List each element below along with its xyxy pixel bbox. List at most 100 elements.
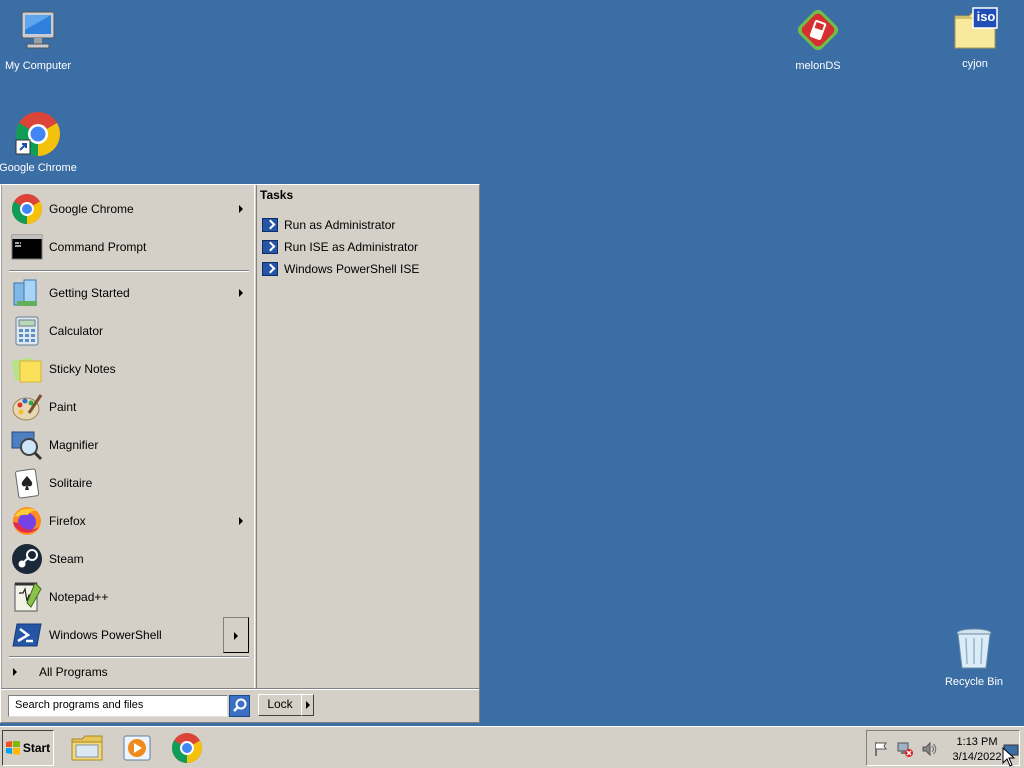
all-programs-item[interactable]: All Programs xyxy=(9,661,249,683)
start-label: Start xyxy=(22,741,51,755)
task-run-as-administrator[interactable]: Run as Administrator xyxy=(262,215,395,235)
start-item-sticky-notes[interactable]: Sticky Notes xyxy=(9,351,249,387)
powershell-icon xyxy=(262,218,278,232)
iso-badge: iso xyxy=(976,9,996,24)
start-item-label: Firefox xyxy=(49,514,86,528)
start-item-command-prompt[interactable]: Command Prompt xyxy=(9,229,249,265)
start-button[interactable]: Start xyxy=(2,730,54,766)
powershell-icon xyxy=(262,240,278,254)
desktop-icon-label: My Computer xyxy=(4,60,72,72)
desktop-icon-google-chrome[interactable]: Google Chrome xyxy=(0,110,78,175)
submenu-arrow-icon xyxy=(239,289,243,297)
start-menu-bottom-bar: Search programs and files Lock xyxy=(1,688,479,722)
submenu-arrow-icon xyxy=(234,632,238,640)
start-item-calculator[interactable]: Calculator xyxy=(9,313,249,349)
task-windows-powershell-ise[interactable]: Windows PowerShell ISE xyxy=(262,259,419,279)
chrome-icon xyxy=(11,193,43,225)
desktop-icon-melonds[interactable]: melonDS xyxy=(778,8,858,73)
solitaire-icon xyxy=(11,467,43,499)
command-prompt-icon xyxy=(11,231,43,263)
action-center-flag-icon[interactable] xyxy=(873,741,889,757)
start-item-magnifier[interactable]: Magnifier xyxy=(9,427,249,463)
windows-logo-icon xyxy=(5,740,20,755)
start-item-label: Solitaire xyxy=(49,476,93,490)
menu-separator xyxy=(9,270,249,272)
submenu-arrow-icon xyxy=(239,205,243,213)
shutdown-options-button[interactable] xyxy=(301,694,314,716)
task-label: Run as Administrator xyxy=(284,218,396,232)
submenu-expand-button[interactable] xyxy=(223,617,249,653)
start-item-label: Sticky Notes xyxy=(49,362,116,376)
network-disconnected-icon[interactable] xyxy=(897,741,913,757)
start-item-label: Getting Started xyxy=(49,286,130,300)
start-item-label: Steam xyxy=(49,552,84,566)
clock-time: 1:13 PM xyxy=(956,736,998,748)
taskbar-media-player-button[interactable] xyxy=(120,731,154,765)
desktop-icon-label: cyjon xyxy=(962,58,988,70)
chrome-icon xyxy=(14,110,62,158)
powershell-ise-icon xyxy=(262,262,278,276)
taskbar-chrome-button[interactable] xyxy=(170,731,204,765)
desktop-icon-label: melonDS xyxy=(795,60,841,72)
desktop-icon-label: Recycle Bin xyxy=(944,676,1004,688)
task-label: Run ISE as Administrator xyxy=(284,240,419,254)
start-item-windows-powershell[interactable]: Windows PowerShell xyxy=(9,617,249,653)
lock-button[interactable]: Lock xyxy=(258,694,302,716)
task-run-ise-as-administrator[interactable]: Run ISE as Administrator xyxy=(262,237,418,257)
start-item-solitaire[interactable]: Solitaire xyxy=(9,465,249,501)
notepad-plus-plus-icon xyxy=(11,581,43,613)
start-item-notepad-plus-plus[interactable]: Notepad++ xyxy=(9,579,249,615)
start-item-label: Notepad++ xyxy=(49,590,109,604)
arrow-right-icon xyxy=(306,701,310,709)
menu-separator xyxy=(9,656,249,658)
recycle-bin-icon xyxy=(950,624,998,672)
chrome-icon xyxy=(171,733,203,763)
start-menu: Google Chrome Command Prompt Getting Sta… xyxy=(0,184,480,723)
media-player-icon xyxy=(123,735,151,761)
mouse-cursor-icon xyxy=(1002,747,1016,767)
task-label: Windows PowerShell ISE xyxy=(284,262,420,276)
explorer-icon xyxy=(71,735,103,761)
search-placeholder: Search programs and files xyxy=(15,699,144,711)
start-item-firefox[interactable]: Firefox xyxy=(9,503,249,539)
search-programs-input[interactable]: Search programs and files xyxy=(8,695,228,717)
search-icon xyxy=(233,698,247,712)
start-item-getting-started[interactable]: Getting Started xyxy=(9,275,249,311)
start-item-label: Command Prompt xyxy=(49,240,147,254)
firefox-icon xyxy=(11,505,43,537)
melonds-icon xyxy=(794,8,842,56)
start-item-paint[interactable]: Paint xyxy=(9,389,249,425)
desktop-icon-recycle-bin[interactable]: Recycle Bin xyxy=(934,624,1014,689)
volume-icon[interactable] xyxy=(921,741,937,757)
taskbar-explorer-button[interactable] xyxy=(70,731,104,765)
start-item-label: Magnifier xyxy=(49,438,99,452)
start-menu-programs-pane: Google Chrome Command Prompt Getting Sta… xyxy=(1,185,255,688)
desktop-icon-my-computer[interactable]: My Computer xyxy=(0,8,78,73)
start-item-google-chrome[interactable]: Google Chrome xyxy=(9,191,249,227)
all-programs-label: All Programs xyxy=(39,665,108,679)
desktop-icon-label: Google Chrome xyxy=(0,162,77,174)
start-item-steam[interactable]: Steam xyxy=(9,541,249,577)
clock-date: 3/14/2022 xyxy=(952,751,1002,763)
start-item-label: Calculator xyxy=(49,324,104,338)
sticky-notes-icon xyxy=(11,353,43,385)
powershell-icon xyxy=(11,619,43,651)
expand-arrow-icon xyxy=(13,668,17,676)
calculator-icon xyxy=(11,315,43,347)
start-item-label: Windows PowerShell xyxy=(49,628,162,642)
tasks-heading: Tasks xyxy=(260,188,294,202)
submenu-arrow-icon xyxy=(239,517,243,525)
iso-file-icon: iso xyxy=(951,6,999,54)
jump-list-pane: Tasks Run as Administrator Run ISE as Ad… xyxy=(256,185,479,688)
steam-icon xyxy=(11,543,43,575)
desktop-icon-cyjon[interactable]: iso cyjon xyxy=(935,6,1015,71)
computer-icon xyxy=(14,8,62,56)
taskbar: Start 1:13 PM 3/14/2022 xyxy=(0,726,1024,768)
search-button[interactable] xyxy=(229,695,250,717)
start-item-label: Paint xyxy=(49,400,77,414)
getting-started-icon xyxy=(11,277,43,309)
start-item-label: Google Chrome xyxy=(49,202,134,216)
system-tray: 1:13 PM 3/14/2022 xyxy=(866,730,1020,766)
clock[interactable]: 1:13 PM 3/14/2022 xyxy=(947,735,1007,765)
paint-icon xyxy=(11,391,43,423)
